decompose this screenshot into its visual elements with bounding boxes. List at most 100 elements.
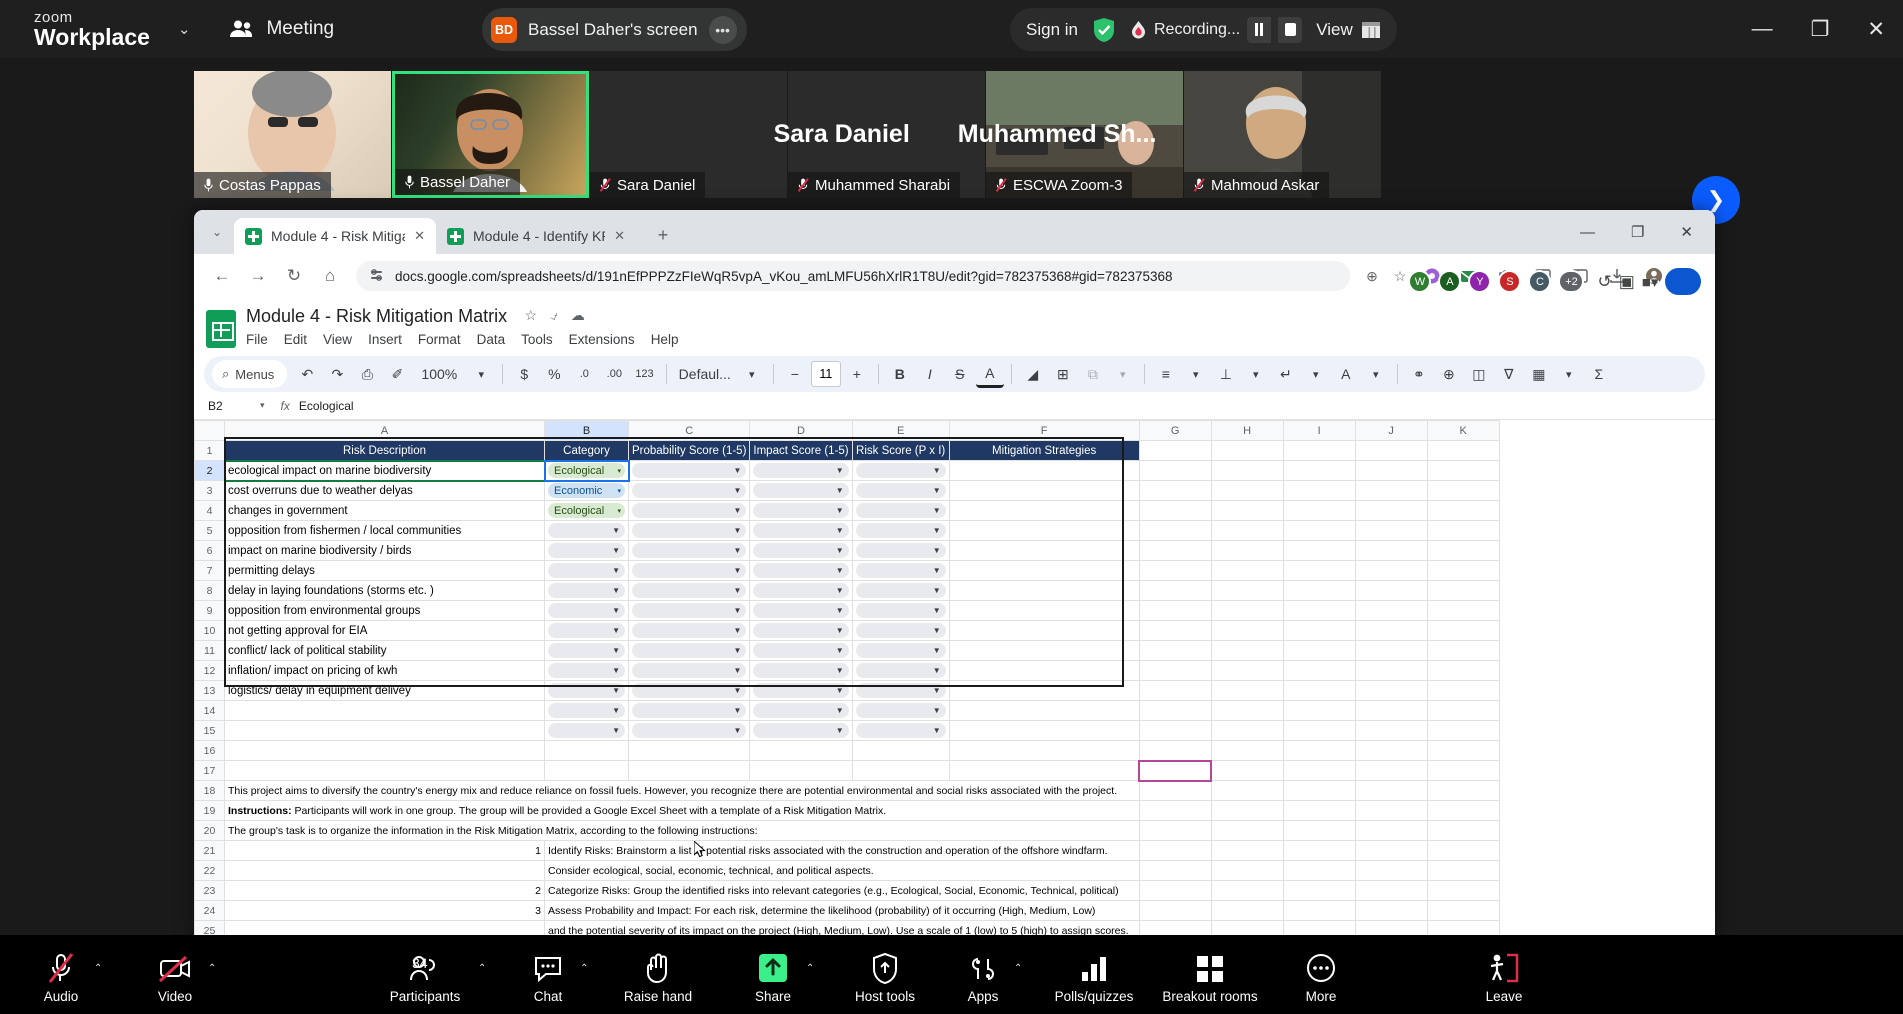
- cell-h20[interactable]: [1210, 820, 1284, 841]
- bottom-bar-chat[interactable]: Chat ⌃: [514, 935, 588, 1014]
- impact-dropdown[interactable]: ▼: [753, 603, 849, 618]
- chevron-up-icon[interactable]: ⌃: [806, 963, 814, 974]
- cell-c14-probability[interactable]: ▼: [627, 700, 751, 721]
- cell-h7[interactable]: [1210, 560, 1284, 581]
- cell-b14-category[interactable]: ▼: [544, 700, 629, 721]
- cell-f9-mitigation[interactable]: [948, 600, 1140, 621]
- table-row[interactable]: 21 1 Identify Risks: Brainstorm a list of …: [194, 840, 1500, 861]
- cell-b1-category[interactable]: Category: [544, 440, 629, 461]
- pivot-table-button[interactable]: ▦: [1525, 360, 1553, 388]
- table-row[interactable]: 2 ecological impact on marine biodiversit…: [194, 459, 1500, 482]
- cell-d16[interactable]: [749, 740, 853, 761]
- table-row[interactable]: 5 opposition from fishermen / local commu…: [194, 520, 1500, 541]
- table-row[interactable]: 6 impact on marine biodiversity / birds ▼ ▼…: [194, 540, 1500, 561]
- row-header-18[interactable]: 18: [194, 780, 225, 801]
- cell-a17[interactable]: [224, 760, 545, 781]
- impact-dropdown[interactable]: ▼: [753, 543, 849, 558]
- cell-h21[interactable]: [1210, 840, 1284, 861]
- risk-score-dropdown[interactable]: ▼: [855, 663, 946, 678]
- cell-g9[interactable]: [1138, 600, 1212, 621]
- cell-a20-instruction[interactable]: The group's task is to organize the info…: [224, 820, 1140, 841]
- cell-d3-impact[interactable]: ▼: [749, 480, 853, 501]
- move-to-folder-icon[interactable]: ⍻: [550, 307, 558, 324]
- cell-e16[interactable]: [851, 740, 950, 761]
- cell-i6[interactable]: [1282, 540, 1356, 561]
- cell-c4-probability[interactable]: ▼: [627, 500, 751, 521]
- impact-dropdown[interactable]: ▼: [753, 583, 849, 598]
- cell-j23[interactable]: [1354, 880, 1428, 901]
- cell-a16[interactable]: [224, 740, 545, 761]
- chevron-up-icon[interactable]: ⌃: [1014, 963, 1022, 974]
- cell-a10-risk[interactable]: not getting approval for EIA: [224, 620, 545, 641]
- font-family-select[interactable]: Defaul...: [674, 360, 736, 388]
- select-all-corner[interactable]: [194, 420, 225, 441]
- undo-button[interactable]: ↶: [293, 360, 321, 388]
- cell-f2-mitigation[interactable]: [948, 460, 1140, 481]
- row-header-22[interactable]: 22: [194, 860, 225, 881]
- functions-button[interactable]: Σ: [1585, 360, 1613, 388]
- row-header-15[interactable]: 15: [194, 720, 225, 741]
- risk-score-dropdown[interactable]: ▼: [855, 543, 946, 558]
- category-dropdown-empty[interactable]: ▼: [548, 603, 625, 618]
- cell-c8-probability[interactable]: ▼: [627, 580, 751, 601]
- menu-tools[interactable]: Tools: [521, 332, 553, 347]
- row-header-2[interactable]: 2: [194, 460, 225, 481]
- cell-k14[interactable]: [1426, 700, 1500, 721]
- cell-j7[interactable]: [1354, 560, 1428, 581]
- create-filter-button[interactable]: ∇: [1495, 360, 1523, 388]
- risk-score-dropdown[interactable]: ▼: [855, 623, 946, 638]
- recording-indicator[interactable]: Recording...: [1130, 16, 1303, 43]
- home-button[interactable]: ⌂: [312, 258, 348, 294]
- big-name-sara-daniel[interactable]: Sara Daniel: [774, 120, 910, 149]
- menu-file[interactable]: File: [246, 332, 268, 347]
- cell-a12-risk[interactable]: inflation/ impact on pricing of kwh: [224, 660, 545, 681]
- category-dropdown-empty[interactable]: ▼: [548, 543, 625, 558]
- cell-e17[interactable]: [851, 760, 950, 781]
- bottom-bar-host-tools[interactable]: Host tools: [842, 935, 928, 1014]
- impact-dropdown[interactable]: ▼: [753, 463, 849, 478]
- cell-k16[interactable]: [1426, 740, 1500, 761]
- cell-d7-impact[interactable]: ▼: [749, 560, 853, 581]
- collaborator-avatar-2[interactable]: A: [1438, 270, 1462, 293]
- probability-dropdown[interactable]: ▼: [632, 603, 747, 618]
- row-header-10[interactable]: 10: [194, 620, 225, 641]
- cell-e2-risk-score[interactable]: ▼: [851, 460, 950, 481]
- column-header-k[interactable]: K: [1426, 420, 1500, 441]
- cell-k11[interactable]: [1426, 640, 1500, 661]
- cell-e4-risk-score[interactable]: ▼: [851, 500, 950, 521]
- risk-score-dropdown[interactable]: ▼: [855, 723, 946, 738]
- decrease-font-size-button[interactable]: −: [781, 360, 809, 388]
- row-header-8[interactable]: 8: [194, 580, 225, 601]
- cell-d13-impact[interactable]: ▼: [749, 680, 853, 701]
- category-dropdown-empty[interactable]: ▼: [548, 523, 625, 538]
- table-row[interactable]: 9 opposition from environmental groups ▼ ▼ ▼…: [194, 600, 1500, 621]
- collaborator-overflow-count[interactable]: +2: [1558, 270, 1585, 293]
- cell-g15[interactable]: [1138, 720, 1212, 741]
- impact-dropdown[interactable]: ▼: [753, 703, 849, 718]
- cell-i2[interactable]: [1282, 460, 1356, 481]
- bottom-bar-audio[interactable]: Audio ⌃: [26, 935, 102, 1014]
- category-dropdown-empty[interactable]: ▼: [548, 643, 625, 658]
- cell-b15-category[interactable]: ▼: [544, 720, 629, 741]
- chevron-up-icon[interactable]: ⌃: [94, 963, 102, 974]
- browser-tab-identify-kpis[interactable]: Module 4 - Identify KPIs - Goog ✕: [436, 218, 636, 254]
- probability-dropdown[interactable]: ▼: [632, 523, 747, 538]
- chevron-up-icon[interactable]: ⌃: [208, 963, 216, 974]
- horizontal-align-button[interactable]: ≡: [1152, 360, 1180, 388]
- cell-b22-instruction[interactable]: Consider ecological, social, economic, t…: [544, 860, 1140, 881]
- text-color-button[interactable]: A: [975, 360, 1004, 388]
- cell-j5[interactable]: [1354, 520, 1428, 541]
- row-header-17[interactable]: 17: [194, 760, 225, 781]
- menu-edit[interactable]: Edit: [284, 332, 307, 347]
- cell-k24[interactable]: [1426, 900, 1500, 921]
- cell-b8-category[interactable]: ▼: [544, 580, 629, 601]
- bold-button[interactable]: B: [886, 360, 914, 388]
- cell-f17[interactable]: [948, 760, 1140, 781]
- collaborator-avatar-4[interactable]: S: [1498, 270, 1522, 293]
- cell-j19[interactable]: [1354, 800, 1428, 821]
- cell-j2[interactable]: [1354, 460, 1428, 481]
- row-header-25[interactable]: 25: [194, 920, 225, 935]
- probability-dropdown[interactable]: ▼: [632, 623, 747, 638]
- cell-c12-probability[interactable]: ▼: [627, 660, 751, 681]
- insert-link-button[interactable]: ⚭: [1405, 360, 1433, 388]
